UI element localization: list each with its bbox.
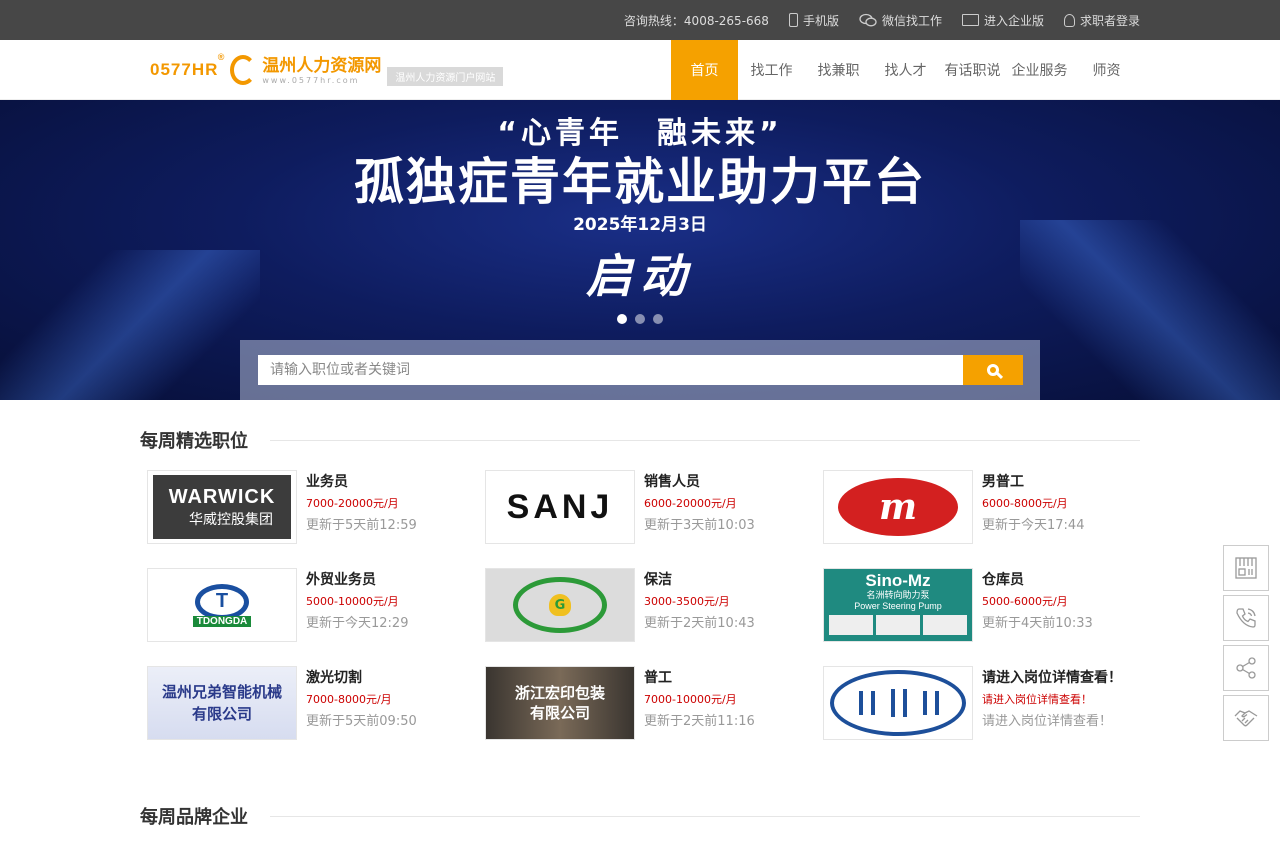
job-title[interactable]: 男普工 xyxy=(982,472,1084,492)
company-logo[interactable]: G xyxy=(485,568,635,642)
company-logo[interactable]: WARWICK 华威控股集团 xyxy=(147,470,297,544)
main-nav: 首页 找工作 找兼职 找人才 有话职说 企业服务 师资 xyxy=(671,40,1140,100)
wechat-job-link[interactable]: 微信找工作 xyxy=(859,12,942,29)
qrcode-button[interactable] xyxy=(1223,545,1269,591)
job-list: WARWICK 华威控股集团 业务员 7000-20000元/月 更新于5天前1… xyxy=(140,470,1140,740)
qrcode-icon xyxy=(1235,557,1257,579)
job-updated: 更新于3天前10:03 xyxy=(644,518,755,533)
nav-enterprise-service[interactable]: 企业服务 xyxy=(1006,40,1073,100)
job-updated: 更新于2天前10:43 xyxy=(644,616,755,631)
job-card[interactable]: T TDONGDA 外贸业务员 5000-10000元/月 更新于今天12:29 xyxy=(147,568,485,642)
job-card[interactable]: SANJ 销售人员 6000-20000元/月 更新于3天前10:03 xyxy=(485,470,823,544)
search-icon xyxy=(987,364,999,376)
divider xyxy=(270,815,1140,817)
hotline: 咨询热线：4008-265-668 xyxy=(623,13,769,28)
wechat-icon xyxy=(859,13,877,27)
section-title: 每周精选职位 xyxy=(140,431,248,452)
job-salary: 7000-10000元/月 xyxy=(644,693,737,706)
nav-home[interactable]: 首页 xyxy=(671,40,738,100)
job-updated: 更新于2天前11:16 xyxy=(644,714,755,729)
job-card[interactable]: G 保洁 3000-3500元/月 更新于2天前10:43 xyxy=(485,568,823,642)
nav-part-time[interactable]: 找兼职 xyxy=(805,40,872,100)
job-salary: 5000-10000元/月 xyxy=(306,595,399,608)
job-title[interactable]: 请进入岗位详情查看！ xyxy=(982,668,1122,688)
search-button[interactable] xyxy=(963,355,1023,385)
company-logo[interactable]: Sino-Mz 名洲转向助力泵 Power Steering Pump xyxy=(823,568,973,642)
job-card[interactable]: WARWICK 华威控股集团 业务员 7000-20000元/月 更新于5天前1… xyxy=(147,470,485,544)
carousel-dot[interactable] xyxy=(653,314,663,324)
job-updated: 更新于4天前10:33 xyxy=(982,616,1093,631)
job-salary: 3000-3500元/月 xyxy=(644,595,730,608)
carousel-dot[interactable] xyxy=(635,314,645,324)
carousel-dot[interactable] xyxy=(617,314,627,324)
banner-title: 孤独症青年就业助力平台 xyxy=(354,153,926,211)
nav-find-talent[interactable]: 找人才 xyxy=(872,40,939,100)
phone-button[interactable] xyxy=(1223,595,1269,641)
nav-find-job[interactable]: 找工作 xyxy=(738,40,805,100)
company-logo[interactable]: SANJ xyxy=(485,470,635,544)
mobile-version-link[interactable]: 手机版 xyxy=(788,12,839,29)
company-logo[interactable]: m xyxy=(823,470,973,544)
logo-hr-text: 0577HR ® xyxy=(150,52,226,79)
side-toolbar xyxy=(1223,545,1269,741)
carousel-dots xyxy=(0,314,1280,324)
logo-c-icon xyxy=(230,55,257,85)
hero-banner[interactable]: “心青年 融未来” 孤独症青年就业助力平台 2025年12月3日 启动 xyxy=(0,100,1280,400)
job-card[interactable]: 温州兄弟智能机械 有限公司 激光切割 7000-8000元/月 更新于5天前09… xyxy=(147,666,485,740)
job-salary: 6000-8000元/月 xyxy=(982,497,1068,510)
nav-teachers[interactable]: 师资 xyxy=(1073,40,1140,100)
weekly-jobs-section: 每周精选职位 WARWICK 华威控股集团 业务员 7000-20000元/月 … xyxy=(140,430,1140,828)
jobseeker-login-link[interactable]: 求职者登录 xyxy=(1063,12,1140,29)
job-card[interactable]: m 男普工 6000-8000元/月 更新于今天17:44 xyxy=(823,470,1161,544)
company-logo[interactable]: 温州兄弟智能机械 有限公司 xyxy=(147,666,297,740)
company-logo[interactable]: 浙江宏印包装 有限公司 xyxy=(485,666,635,740)
search-bar xyxy=(240,340,1040,400)
cooperation-button[interactable] xyxy=(1223,695,1269,741)
job-title[interactable]: 业务员 xyxy=(306,472,417,492)
job-salary: 6000-20000元/月 xyxy=(644,497,737,510)
job-salary: 请进入岗位详情查看！ xyxy=(982,693,1092,706)
handshake-icon xyxy=(1234,710,1258,727)
job-salary: 7000-8000元/月 xyxy=(306,693,392,706)
job-title[interactable]: 销售人员 xyxy=(644,472,755,492)
job-updated: 更新于今天17:44 xyxy=(982,518,1085,533)
logo-site-name: 温州人力资源网 xyxy=(262,55,382,76)
job-title[interactable]: 普工 xyxy=(644,668,755,688)
logo-url: www.0577hr.com xyxy=(262,75,360,85)
site-logo[interactable]: 0577HR ® 温州人力资源网 www.0577hr.com 温州人力资源门户网… xyxy=(150,52,504,86)
company-logo[interactable] xyxy=(823,666,973,740)
nav-career-talk[interactable]: 有话职说 xyxy=(939,40,1006,100)
user-icon xyxy=(1063,13,1075,27)
monitor-icon xyxy=(961,14,979,26)
share-button[interactable] xyxy=(1223,645,1269,691)
job-title[interactable]: 外贸业务员 xyxy=(306,570,408,590)
job-title[interactable]: 激光切割 xyxy=(306,668,417,688)
job-updated: 更新于5天前12:59 xyxy=(306,518,417,533)
share-icon xyxy=(1236,657,1256,679)
job-salary: 5000-6000元/月 xyxy=(982,595,1068,608)
job-updated: 更新于今天12:29 xyxy=(306,616,409,631)
header: 0577HR ® 温州人力资源网 www.0577hr.com 温州人力资源门户网… xyxy=(0,40,1280,100)
job-card[interactable]: 浙江宏印包装 有限公司 普工 7000-10000元/月 更新于2天前11:16 xyxy=(485,666,823,740)
section-title: 每周品牌企业 xyxy=(140,807,248,828)
job-card[interactable]: 请进入岗位详情查看！ 请进入岗位详情查看！ 请进入岗位详情查看！ xyxy=(823,666,1161,740)
logo-slogan: 温州人力资源门户网站 xyxy=(387,66,504,86)
job-updated: 请进入岗位详情查看！ xyxy=(982,714,1113,729)
job-updated: 更新于5天前09:50 xyxy=(306,714,417,729)
search-input[interactable] xyxy=(258,355,963,385)
banner-launch: 启动 xyxy=(586,249,694,303)
top-bar: 咨询热线：4008-265-668 手机版 微信找工作 进入企业版 求职者登录 xyxy=(0,0,1280,40)
divider xyxy=(270,439,1140,441)
job-card[interactable]: Sino-Mz 名洲转向助力泵 Power Steering Pump 仓库员 … xyxy=(823,568,1161,642)
company-logo[interactable]: T TDONGDA xyxy=(147,568,297,642)
phone-icon xyxy=(1236,608,1256,628)
mobile-phone-icon xyxy=(788,13,798,27)
job-title[interactable]: 保洁 xyxy=(644,570,755,590)
job-title[interactable]: 仓库员 xyxy=(982,570,1093,590)
banner-date: 2025年12月3日 xyxy=(573,215,707,235)
job-salary: 7000-20000元/月 xyxy=(306,497,399,510)
enterprise-version-link[interactable]: 进入企业版 xyxy=(961,12,1044,29)
